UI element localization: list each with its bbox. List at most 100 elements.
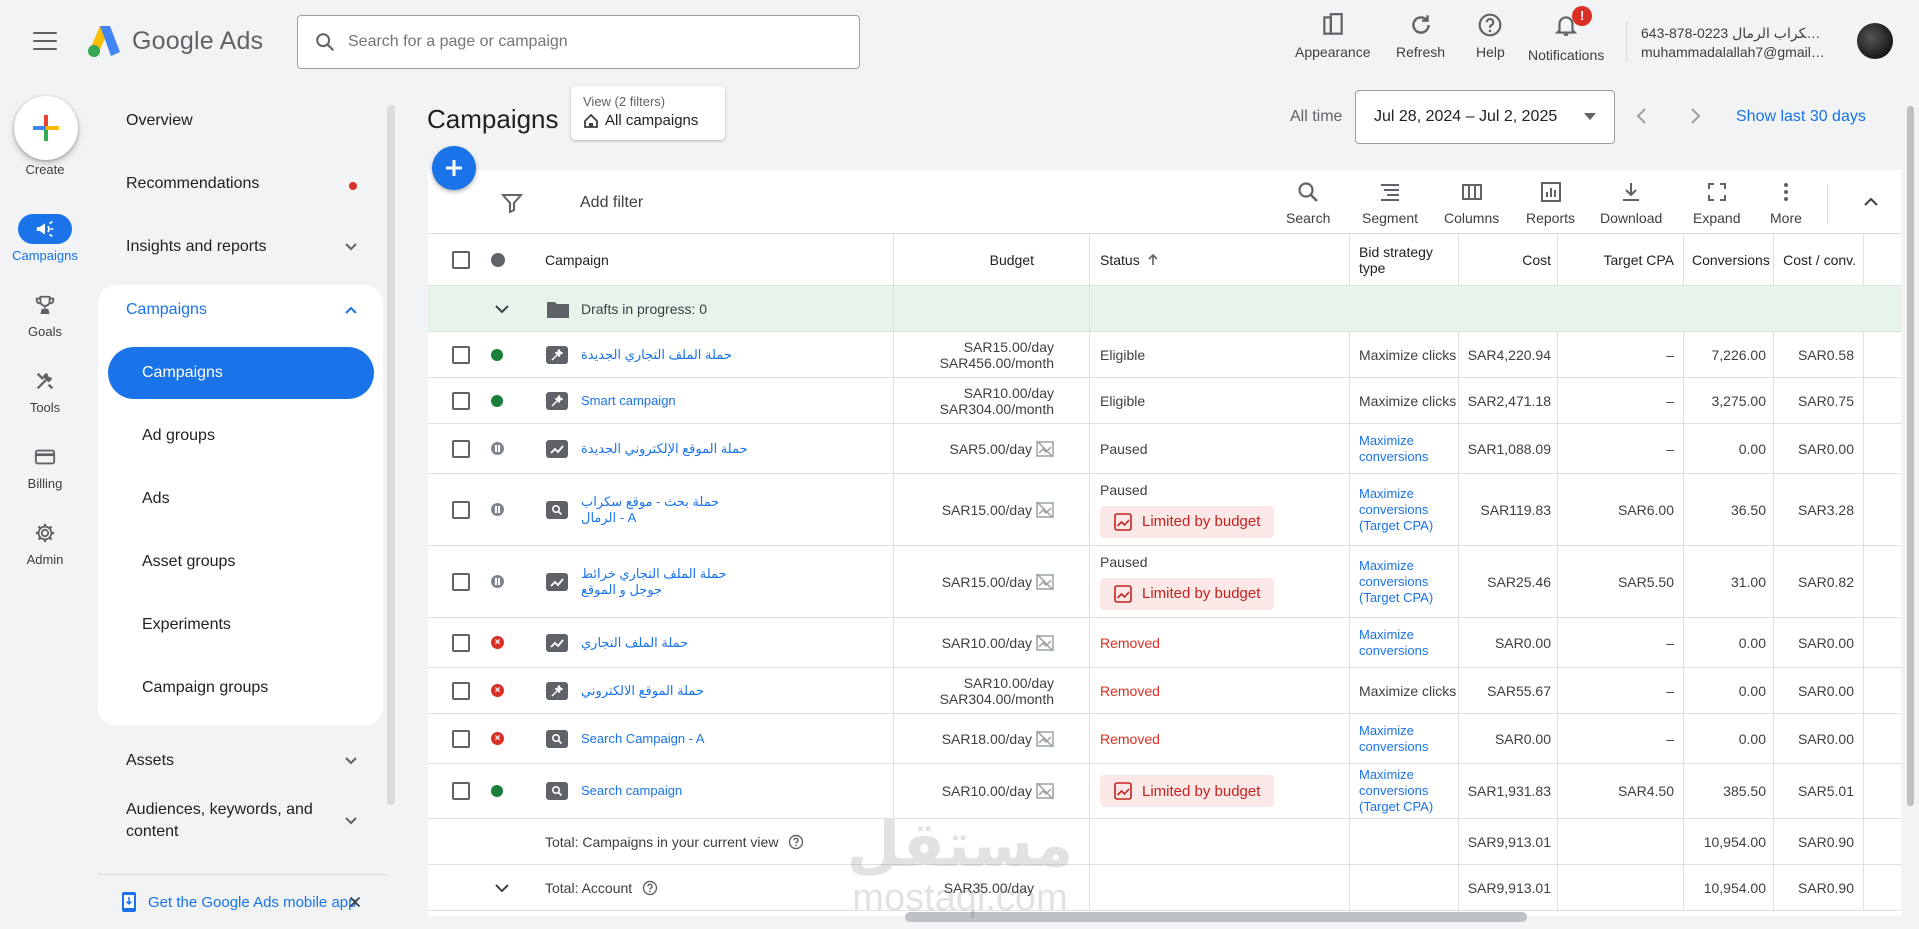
nav-item-assets[interactable]: Assets [98, 741, 383, 781]
campaign-name-link[interactable]: Search Campaign - A [581, 731, 705, 747]
rail-item-admin[interactable]: Admin [0, 518, 90, 567]
notifications-button[interactable]: ! Notifications [1528, 6, 1604, 63]
campaign-name-link[interactable]: حملة الموقع الإلكتروني الجديدة [581, 441, 748, 457]
nav-item-campaigns-group[interactable]: Campaigns [98, 290, 383, 330]
nav-item-overview[interactable]: Overview [98, 101, 383, 141]
chevron-right-icon[interactable] [1683, 104, 1707, 128]
date-range-picker[interactable]: Jul 28, 2024 – Jul 2, 2025 [1355, 90, 1615, 144]
main-menu-button[interactable] [30, 28, 60, 54]
nav-item-recommendations[interactable]: Recommendations [98, 164, 383, 204]
row-checkbox[interactable] [452, 681, 470, 700]
main-scrollbar[interactable] [1904, 88, 1916, 828]
nav-sub-campaign-groups[interactable]: Campaign groups [108, 662, 374, 714]
search-input[interactable] [348, 33, 828, 51]
header-status[interactable]: Status [1100, 234, 1160, 285]
drafts-label[interactable]: Drafts in progress: 0 [581, 286, 707, 331]
total-account-cost-per-conv: SAR0.90 [1797, 879, 1854, 896]
add-filter-button[interactable]: Add filter [580, 194, 643, 212]
header-campaign[interactable]: Campaign [545, 234, 609, 285]
limited-by-budget-badge[interactable]: Limited by budget [1100, 775, 1275, 807]
campaign-name-link[interactable]: حملة الموقع الالكتروني [581, 683, 704, 699]
table-row[interactable]: حملة الموقع الإلكتروني الجديدة SAR5.00/da… [428, 424, 1901, 474]
toolbar-reports-button[interactable]: Reports [1526, 180, 1575, 226]
chevron-left-icon[interactable] [1630, 104, 1654, 128]
table-row[interactable]: حملة الملف التجاري خرائط جوجل و الموقع SA… [428, 546, 1901, 618]
rail-item-billing[interactable]: Billing [0, 442, 90, 491]
table-row[interactable]: × حملة الملف التجاري SAR10.00/day Removed Ma… [428, 618, 1901, 668]
refresh-button[interactable]: Refresh [1396, 12, 1445, 60]
rail-item-goals[interactable]: Goals [0, 290, 90, 339]
nav-sub-ad-groups[interactable]: Ad groups [108, 410, 374, 462]
create-button[interactable] [14, 96, 78, 160]
account-info[interactable]: 643-878-0223 سكراب الرمال - scra... muha… [1641, 24, 1826, 62]
header-cost-per-conv[interactable]: Cost / conv. [1774, 234, 1856, 285]
table-row[interactable]: حملة الملف التجاري الجديدة SAR15.00/day SA… [428, 332, 1901, 378]
toolbar-segment-button[interactable]: Segment [1362, 180, 1418, 226]
toolbar-more-button[interactable]: More [1770, 180, 1802, 226]
row-checkbox[interactable] [452, 633, 470, 652]
toolbar-search-button[interactable]: Search [1286, 180, 1330, 226]
bid-strategy[interactable]: Maximize conversions (Target CPA) [1359, 558, 1457, 606]
nav-sub-campaigns[interactable]: Campaigns [108, 347, 374, 399]
campaign-name-link[interactable]: Smart campaign [581, 393, 676, 409]
table-row[interactable]: Search campaign SAR10.00/day Limited by bu… [428, 764, 1901, 819]
toolbar-expand-button[interactable]: Expand [1693, 180, 1740, 226]
row-checkbox[interactable] [452, 500, 470, 519]
help-button[interactable]: Help [1476, 12, 1505, 60]
chevron-up-icon[interactable] [1861, 192, 1881, 212]
rail-item-tools[interactable]: Tools [0, 366, 90, 415]
help-icon[interactable] [642, 880, 658, 896]
campaign-name-link[interactable]: Search campaign [581, 783, 682, 799]
google-ads-logo[interactable]: Google Ads [86, 24, 263, 58]
new-campaign-button[interactable] [432, 146, 476, 190]
campaign-name-link[interactable]: حملة الملف التجاري خرائط جوجل و الموقع [581, 566, 751, 598]
bid-strategy[interactable]: Maximize conversions (Target CPA) [1359, 767, 1457, 815]
table-row[interactable]: Smart campaign SAR10.00/day SAR304.00/mont… [428, 378, 1901, 424]
toolbar-columns-button[interactable]: Columns [1444, 180, 1499, 226]
header-cost[interactable]: Cost [1459, 234, 1551, 285]
campaign-name-link[interactable]: حملة بحث - موقع سكراب الرمال - A [581, 494, 751, 526]
header-target-cpa[interactable]: Target CPA [1558, 234, 1674, 285]
row-checkbox[interactable] [452, 782, 470, 800]
nav-sub-asset-groups[interactable]: Asset groups [108, 536, 374, 588]
header-budget[interactable]: Budget [894, 234, 1034, 285]
nav-scrollbar[interactable] [386, 90, 396, 810]
bid-strategy[interactable]: Maximize conversions [1359, 433, 1457, 465]
search-box[interactable] [297, 15, 860, 69]
close-icon[interactable] [346, 891, 364, 913]
header-bid-strategy[interactable]: Bid strategy type [1359, 234, 1444, 285]
table-row[interactable]: حملة بحث - موقع سكراب الرمال - A SAR15.00… [428, 474, 1901, 546]
appearance-button[interactable]: Appearance [1295, 12, 1371, 60]
row-checkbox[interactable] [452, 345, 470, 364]
bid-strategy[interactable]: Maximize conversions [1359, 627, 1457, 659]
table-row[interactable]: × حملة الموقع الالكتروني SAR10.00/day SAR30… [428, 668, 1901, 714]
row-checkbox[interactable] [452, 391, 470, 410]
avatar[interactable] [1857, 23, 1893, 59]
filter-icon[interactable] [501, 192, 523, 214]
row-checkbox[interactable] [452, 439, 470, 458]
limited-by-budget-badge[interactable]: Limited by budget [1100, 577, 1275, 610]
select-all-checkbox[interactable] [452, 250, 470, 269]
header-conversions[interactable]: Conversions [1692, 234, 1772, 285]
nav-sub-ads[interactable]: Ads [108, 473, 374, 525]
nav-item-audiences[interactable]: Audiences, keywords, and content [98, 794, 383, 848]
mobile-app-link[interactable]: Get the Google Ads mobile app [148, 894, 356, 911]
campaign-name-link[interactable]: حملة الملف التجاري الجديدة [581, 347, 732, 363]
row-checkbox[interactable] [452, 572, 470, 591]
nav-sub-experiments[interactable]: Experiments [108, 599, 374, 651]
table-row[interactable]: × Search Campaign - A SAR18.00/day Removed M… [428, 714, 1901, 764]
show-last-30-days-link[interactable]: Show last 30 days [1736, 108, 1866, 126]
toolbar-download-button[interactable]: Download [1600, 180, 1662, 226]
campaign-name-link[interactable]: حملة الملف التجاري [581, 635, 688, 651]
bid-strategy[interactable]: Maximize conversions [1359, 723, 1457, 755]
mobile-app-promo[interactable]: Get the Google Ads mobile app [98, 874, 388, 929]
nav-item-insights[interactable]: Insights and reports [98, 227, 383, 267]
view-selector[interactable]: View (2 filters) All campaigns [571, 86, 725, 140]
chevron-down-icon[interactable] [493, 300, 511, 318]
chevron-down-icon[interactable] [493, 879, 511, 897]
limited-by-budget-badge[interactable]: Limited by budget [1100, 505, 1275, 538]
row-checkbox[interactable] [452, 729, 470, 748]
help-icon[interactable] [788, 834, 804, 850]
rail-item-campaigns[interactable]: Campaigns [0, 214, 90, 263]
bid-strategy[interactable]: Maximize conversions (Target CPA) [1359, 486, 1457, 534]
